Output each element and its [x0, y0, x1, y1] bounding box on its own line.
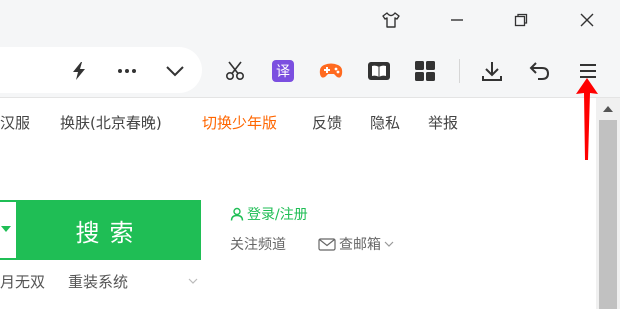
- annotation-arrow-icon: [576, 78, 598, 160]
- scroll-up-icon[interactable]: [603, 105, 613, 112]
- restore-icon[interactable]: [506, 6, 536, 34]
- reader-icon[interactable]: [364, 56, 394, 86]
- nav-hanfu[interactable]: 汉服: [0, 112, 30, 133]
- nav-feedback[interactable]: 反馈: [312, 112, 342, 133]
- user-icon: [230, 207, 244, 221]
- dropdown-triangle-icon: [1, 226, 11, 232]
- scroll-thumb[interactable]: [599, 120, 617, 309]
- chevron-down-icon[interactable]: [160, 56, 190, 86]
- minimize-icon[interactable]: [442, 6, 472, 34]
- chevron-down-icon: [384, 241, 394, 247]
- translate-icon[interactable]: 译: [268, 56, 298, 86]
- sub-link-1[interactable]: 月无双: [0, 271, 45, 292]
- nav-change-skin[interactable]: 换肤(北京春晚): [60, 112, 162, 133]
- close-icon[interactable]: [572, 6, 602, 34]
- title-bar: [0, 0, 620, 44]
- skin-icon[interactable]: [376, 6, 406, 34]
- search-input[interactable]: [0, 200, 18, 260]
- mail-link[interactable]: 查邮箱: [318, 234, 394, 254]
- nav-report[interactable]: 举报: [428, 112, 458, 133]
- chevron-down-icon: [188, 278, 198, 284]
- translate-label: 译: [272, 60, 294, 82]
- nav-privacy[interactable]: 隐私: [370, 112, 400, 133]
- apps-icon[interactable]: [410, 56, 440, 86]
- more-icon[interactable]: [112, 56, 142, 86]
- login-link[interactable]: 登录/注册: [230, 204, 308, 224]
- download-icon[interactable]: [477, 56, 507, 86]
- scissors-icon[interactable]: [220, 56, 250, 86]
- undo-icon[interactable]: [525, 56, 555, 86]
- toolbar-separator: [459, 59, 460, 83]
- mail-icon: [318, 237, 336, 251]
- toolbar: 译: [0, 44, 620, 98]
- lightning-icon[interactable]: [64, 56, 94, 86]
- page-content: 汉服 换肤(北京春晚) 切换少年版 反馈 隐私 举报 搜索 登录/注册 关注频道…: [0, 98, 620, 309]
- mail-label: 查邮箱: [339, 237, 381, 253]
- nav-youth-version[interactable]: 切换少年版: [202, 112, 277, 133]
- follow-channel-link[interactable]: 关注频道: [230, 234, 286, 254]
- sub-link-2[interactable]: 重装系统: [68, 271, 128, 292]
- search-button[interactable]: 搜索: [18, 200, 201, 260]
- login-label: 登录/注册: [247, 207, 308, 223]
- game-icon[interactable]: [316, 56, 346, 86]
